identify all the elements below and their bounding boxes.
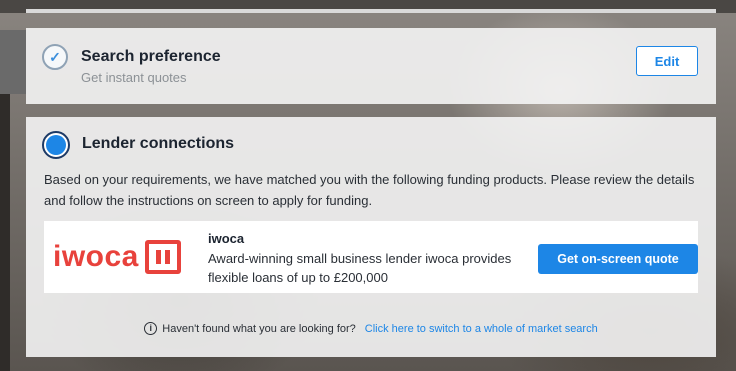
iwoca-logo-text: iwoca <box>53 240 139 273</box>
market-search-note: i Haven't found what you are looking for… <box>26 322 716 335</box>
lender-connections-card: Lender connections Based on your require… <box>26 117 716 357</box>
lender-connections-radio[interactable] <box>42 131 70 159</box>
lender-connections-description: Based on your requirements, we have matc… <box>44 172 695 208</box>
switch-market-search-link[interactable]: Click here to switch to a whole of marke… <box>365 323 598 335</box>
search-preference-card: ✓ Search preference Get instant quotes E… <box>26 28 716 104</box>
product-card-iwoca: iwoca iwoca Award-winning small business… <box>44 221 698 293</box>
lender-connections-title: Lender connections <box>82 135 235 152</box>
iwoca-logo: iwoca <box>53 234 199 280</box>
get-quote-button[interactable]: Get on-screen quote <box>538 244 698 274</box>
market-search-question: Haven't found what you are looking for? <box>162 322 356 335</box>
info-icon: i <box>144 322 158 335</box>
top-frame <box>0 0 736 13</box>
left-edge <box>0 94 10 371</box>
radio-selected-dot <box>46 135 66 155</box>
left-tab <box>0 30 26 94</box>
search-preference-subtitle: Get instant quotes <box>81 70 187 85</box>
product-description: Award-winning small business lender iwoc… <box>208 251 512 285</box>
iwoca-logo-mark-icon <box>144 240 181 274</box>
edit-button[interactable]: Edit <box>636 46 698 76</box>
check-icon: ✓ <box>42 44 68 70</box>
search-preference-title: Search preference <box>81 48 221 65</box>
product-name: iwoca <box>208 231 245 246</box>
